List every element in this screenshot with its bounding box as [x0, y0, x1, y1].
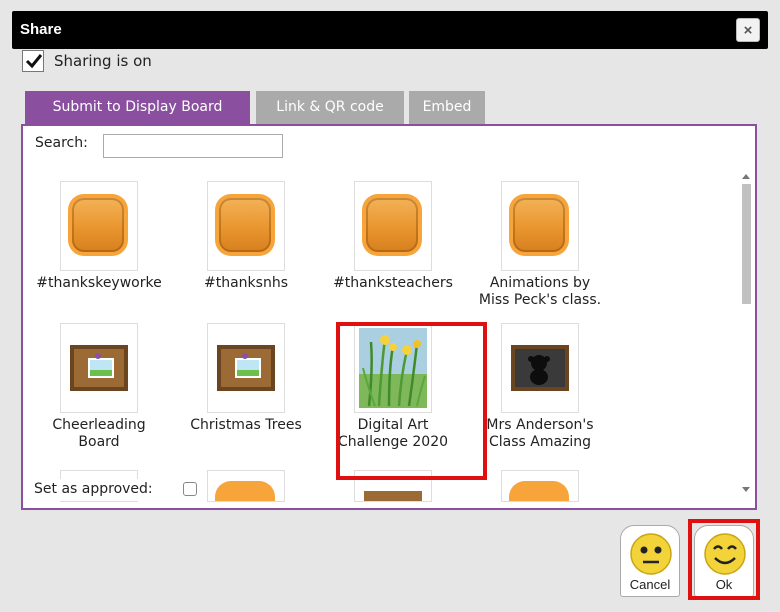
- neutral-face-icon: [630, 533, 672, 575]
- tab-submit-to-display-board[interactable]: Submit to Display Board: [25, 91, 250, 124]
- close-button[interactable]: ×: [736, 18, 760, 42]
- set-approved-label: Set as approved:: [34, 481, 153, 497]
- board-label-line: Board: [78, 434, 120, 450]
- board-label: #thanksteachers: [333, 275, 453, 291]
- partial-board-thumb: [502, 471, 578, 501]
- orange-board-icon: [208, 182, 284, 270]
- orange-board-icon: [502, 182, 578, 270]
- board-label: Cheerleading Board: [23, 417, 175, 451]
- cancel-label: Cancel: [629, 577, 671, 592]
- dialog-title: Share: [20, 21, 62, 38]
- set-approved-row: Set as approved:: [32, 479, 200, 501]
- vertical-scrollbar[interactable]: [739, 162, 753, 502]
- search-label: Search:: [35, 135, 88, 151]
- checkmark-icon: [25, 54, 43, 69]
- board-label: Animations by Miss Peck's class.: [464, 275, 616, 309]
- partial-board-thumb: [208, 471, 284, 501]
- cancel-button[interactable]: Cancel: [620, 525, 680, 597]
- corkboard-icon: [208, 324, 284, 412]
- scroll-up-icon[interactable]: [742, 174, 750, 179]
- orange-board-icon: [355, 182, 431, 270]
- board-label: #thanksnhs: [204, 275, 288, 291]
- board-label: Christmas Trees: [190, 417, 302, 433]
- tab-link-qr-code[interactable]: Link & QR code: [256, 91, 404, 124]
- board-label-line: Animations by: [489, 275, 591, 291]
- corkboard-icon: [61, 324, 137, 412]
- tab-embed[interactable]: Embed: [409, 91, 485, 124]
- scroll-down-icon[interactable]: [742, 487, 750, 492]
- highlight-ok-button: [688, 519, 760, 600]
- highlight-digital-art: [336, 322, 487, 480]
- board-label: #thankskeyworke: [36, 275, 162, 291]
- scrollbar-thumb[interactable]: [742, 184, 751, 304]
- sharing-checkbox[interactable]: [22, 50, 44, 72]
- orange-board-icon: [61, 182, 137, 270]
- sharing-label: Sharing is on: [54, 52, 152, 70]
- search-input[interactable]: [103, 134, 283, 158]
- dialog-titlebar: Share ×: [12, 11, 768, 49]
- monkey-board-icon: [502, 324, 578, 412]
- board-label-line: Cheerleading: [52, 417, 146, 433]
- board-label-line: Miss Peck's class.: [478, 292, 602, 308]
- set-approved-checkbox[interactable]: [183, 482, 197, 496]
